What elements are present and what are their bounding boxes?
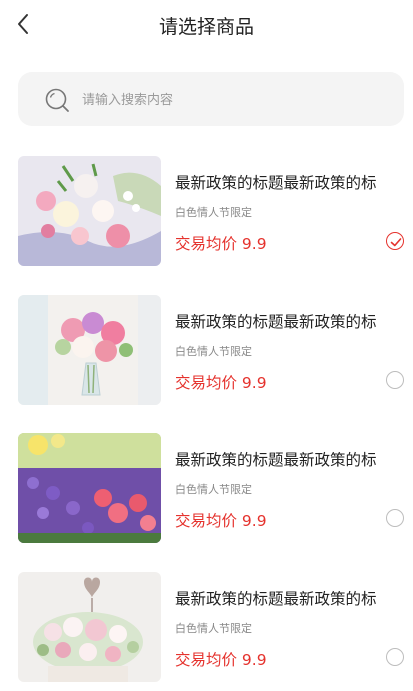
select-radio[interactable] (386, 648, 404, 666)
header: 请选择商品 (0, 0, 413, 48)
search-bar[interactable] (18, 72, 404, 128)
product-price: 交易均价 9.9 (175, 235, 267, 253)
search-icon (45, 88, 69, 112)
select-radio[interactable] (386, 509, 404, 527)
product-item[interactable]: 最新政策的标题最新政策的标 白色情人节限定 交易均价 9.9 (0, 572, 413, 682)
product-image (18, 433, 161, 543)
product-subtitle: 白色情人节限定 (175, 483, 252, 496)
product-image (18, 572, 161, 682)
check-icon (390, 238, 402, 247)
product-subtitle: 白色情人节限定 (175, 206, 252, 219)
page-title: 请选择商品 (158, 16, 254, 38)
product-item[interactable]: 最新政策的标题最新政策的标 白色情人节限定 交易均价 9.9 (0, 295, 413, 405)
product-subtitle: 白色情人节限定 (175, 345, 252, 358)
product-subtitle: 白色情人节限定 (175, 622, 252, 635)
product-title: 最新政策的标题最新政策的标 (175, 174, 377, 192)
product-item[interactable]: 最新政策的标题最新政策的标 白色情人节限定 交易均价 9.9 (0, 156, 413, 266)
product-image (18, 156, 161, 266)
product-price: 交易均价 9.9 (175, 512, 267, 530)
select-radio[interactable] (386, 371, 404, 389)
search-input[interactable] (80, 72, 384, 128)
product-price: 交易均价 9.9 (175, 651, 267, 669)
product-image (18, 295, 161, 405)
product-title: 最新政策的标题最新政策的标 (175, 313, 377, 331)
product-price: 交易均价 9.9 (175, 374, 267, 392)
select-radio-checked[interactable] (386, 232, 404, 250)
product-title: 最新政策的标题最新政策的标 (175, 451, 377, 469)
product-title: 最新政策的标题最新政策的标 (175, 590, 377, 608)
product-item[interactable]: 最新政策的标题最新政策的标 白色情人节限定 交易均价 9.9 (0, 433, 413, 543)
